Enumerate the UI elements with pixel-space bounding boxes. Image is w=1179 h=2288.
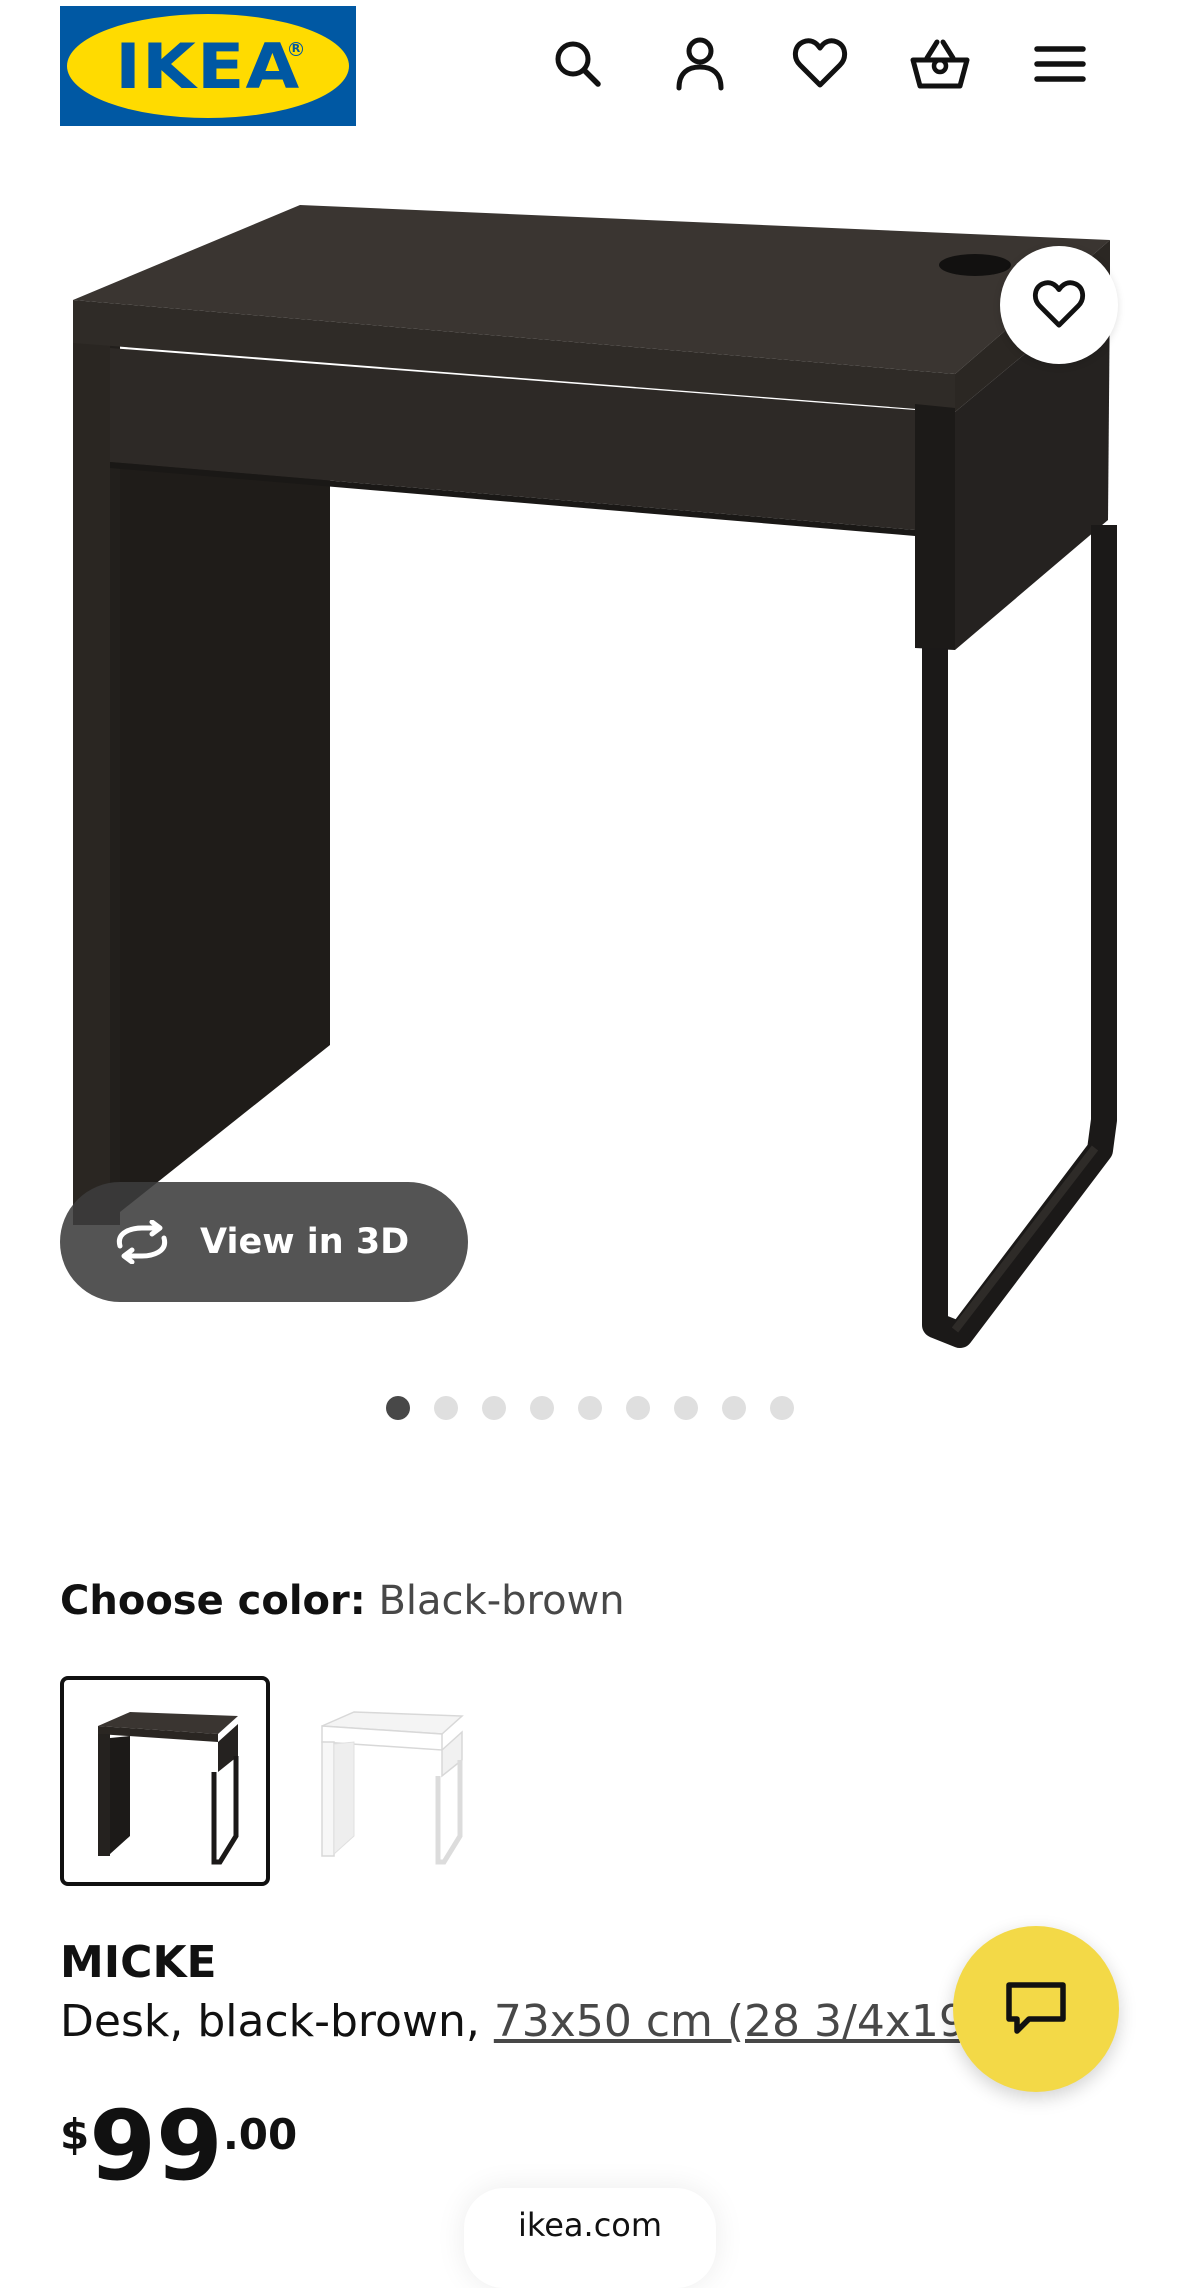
carousel-dot[interactable] [481,1396,506,1420]
ikea-logo[interactable]: IKEA R [60,6,356,126]
browser-url-pill[interactable]: ikea.com [464,2188,716,2288]
carousel-dot[interactable] [577,1396,602,1420]
carousel-dot[interactable] [769,1396,794,1420]
color-option-white[interactable] [284,1676,494,1886]
carousel-dot[interactable] [385,1396,410,1420]
choose-color-label: Choose color: [60,1578,366,1624]
cart-icon[interactable] [908,32,972,96]
carousel-dot[interactable] [433,1396,458,1420]
product-description-text: Desk, black-brown, [60,1996,494,2047]
heart-icon [1033,280,1085,328]
carousel-dot[interactable] [625,1396,650,1420]
chat-button[interactable] [953,1926,1119,2092]
product-price: $ 99 .00 [60,2098,297,2194]
search-icon[interactable] [546,32,610,96]
account-icon[interactable] [668,32,732,96]
image-carousel-dots [0,1396,1179,1420]
product-name: MICKE [60,1937,217,1988]
price-integer: 99 [89,2090,223,2202]
price-decimal: .00 [222,2110,298,2159]
logo-text: IKEA [115,29,301,103]
registered-mark: R [289,42,303,56]
price-currency: $ [60,2110,90,2159]
view-in-3d-button[interactable]: View in 3D [60,1182,468,1302]
product-description: Desk, black-brown, 73x50 cm (28 3/4x19 ⅝… [60,1996,960,2047]
product-size-link[interactable]: 73x50 cm (28 3/4x19 ⅝") [494,1996,960,2047]
favorites-icon[interactable] [788,32,852,96]
rotate-3d-icon [116,1220,168,1264]
carousel-dot[interactable] [673,1396,698,1420]
selected-color-value: Black-brown [378,1578,625,1624]
save-to-favorites-button[interactable] [1000,246,1118,364]
color-chooser-heading: Choose color: Black-brown [60,1578,625,1624]
desk-thumbnail-black-brown [98,1712,239,1865]
browser-url-text: ikea.com [517,2206,663,2244]
view-in-3d-label: View in 3D [200,1222,410,1262]
menu-icon[interactable] [1028,32,1092,96]
color-option-black-brown[interactable] [60,1676,270,1886]
carousel-dot[interactable] [529,1396,554,1420]
logo-oval: IKEA R [67,14,349,118]
chat-bubble-icon [1006,1982,1066,2034]
carousel-dot[interactable] [721,1396,746,1420]
desk-thumbnail-white [321,1711,464,1865]
